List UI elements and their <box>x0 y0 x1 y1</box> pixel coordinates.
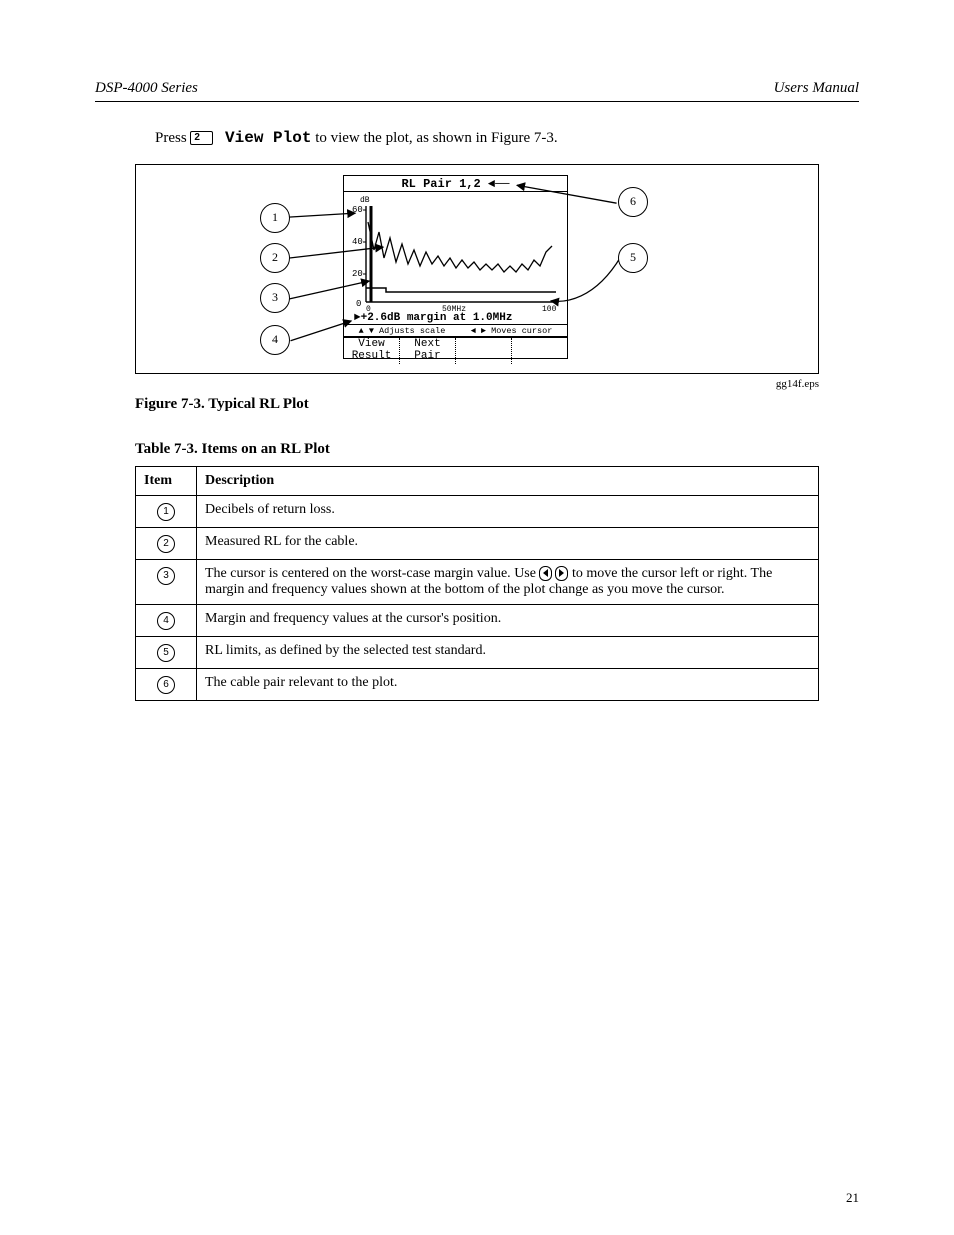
svg-text:0: 0 <box>366 305 371 312</box>
table-row: 3 The cursor is centered on the worst-ca… <box>136 559 819 604</box>
hint-scale: ▲ ▼ Adjusts scale <box>359 326 446 336</box>
intro-text: Press 2 View Plot to view the plot, as s… <box>155 128 834 150</box>
svg-text:100: 100 <box>542 305 557 312</box>
col-item: Item <box>136 466 197 495</box>
softkey-view-result[interactable]: View Result <box>344 338 399 364</box>
callout-1: 1 <box>260 203 290 233</box>
desc-6: The cable pair relevant to the plot. <box>197 668 819 700</box>
desc-4: Margin and frequency values at the curso… <box>197 604 819 636</box>
callout-2: 2 <box>260 243 290 273</box>
figure-code: gg14f.eps <box>95 378 819 390</box>
margin-readout: ►+2.6dB margin at 1.0MHz <box>344 312 567 325</box>
softkey-next-pair[interactable]: Next Pair <box>399 338 455 364</box>
table-row: 2 Measured RL for the cable. <box>136 527 819 559</box>
svg-text:20: 20 <box>352 269 363 279</box>
header-left: DSP-4000 Series <box>95 80 198 97</box>
plot-area: dB 60 40 20 0 0 50MHz 100 <box>344 192 567 312</box>
device-screen: RL Pair 1,2 ◄── dB 60 40 20 0 <box>343 175 568 359</box>
rl-plot-svg: dB 60 40 20 0 0 50MHz 100 <box>344 192 567 312</box>
page-number: 21 <box>846 1190 859 1206</box>
svg-text:60: 60 <box>352 205 363 215</box>
page-header: DSP-4000 Series Users Manual <box>95 80 859 102</box>
hint-cursor: ◄ ► Moves cursor <box>471 326 553 336</box>
svg-text:40: 40 <box>352 237 363 247</box>
desc-1: Decibels of return loss. <box>197 495 819 527</box>
callout-4: 4 <box>260 325 290 355</box>
left-right-keys <box>539 566 568 581</box>
right-key-icon <box>555 566 568 581</box>
desc-5: RL limits, as defined by the selected te… <box>197 636 819 668</box>
figure-caption: Figure 7-3. Typical RL Plot <box>135 396 859 413</box>
softkey-row: View Result Next Pair <box>344 337 567 364</box>
desc-3: The cursor is centered on the worst-case… <box>197 559 819 604</box>
softkey-4[interactable] <box>511 338 567 364</box>
rl-plot-items-table: Item Description 1 Decibels of return lo… <box>135 466 819 701</box>
softkey-label-view-plot: View Plot <box>215 129 311 147</box>
callout-3: 3 <box>260 283 290 313</box>
table-title: Table 7-3. Items on an RL Plot <box>135 441 859 458</box>
left-key-icon <box>539 566 552 581</box>
header-right: Users Manual <box>774 80 859 97</box>
table-row: 4 Margin and frequency values at the cur… <box>136 604 819 636</box>
plot-title: RL Pair 1,2 ◄── <box>344 176 567 192</box>
y-unit-label: dB <box>360 196 370 205</box>
key-2: 2 <box>190 131 213 145</box>
hint-line: ▲ ▼ Adjusts scale ◄ ► Moves cursor <box>344 325 567 337</box>
table-row: 1 Decibels of return loss. <box>136 495 819 527</box>
softkey-3[interactable] <box>455 338 511 364</box>
table-row: 5 RL limits, as defined by the selected … <box>136 636 819 668</box>
svg-text:50MHz: 50MHz <box>442 305 466 312</box>
callout-6: 6 <box>618 187 648 217</box>
desc-2: Measured RL for the cable. <box>197 527 819 559</box>
callout-5: 5 <box>618 243 648 273</box>
figure-frame: 1 2 3 4 6 5 RL Pair 1,2 ◄── dB 60 40 20 … <box>135 164 819 374</box>
svg-text:0: 0 <box>356 299 361 309</box>
table-row: 6 The cable pair relevant to the plot. <box>136 668 819 700</box>
col-desc: Description <box>197 466 819 495</box>
